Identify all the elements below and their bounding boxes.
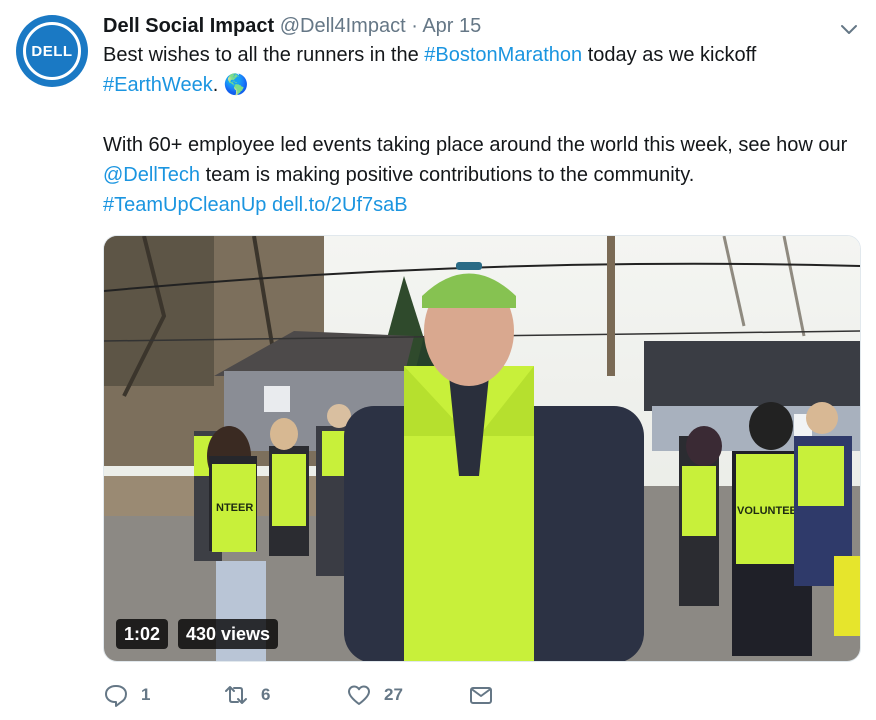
retweet-icon bbox=[225, 686, 247, 704]
avatar[interactable]: DELL bbox=[16, 15, 88, 87]
reply-button[interactable]: 1 bbox=[103, 675, 150, 715]
tweet-paragraph-2: With 60+ employee led events taking plac… bbox=[103, 130, 863, 220]
avatar-logo-text: DELL bbox=[31, 42, 73, 60]
tweet-text: Best wishes to all the runners in the #B… bbox=[103, 40, 863, 220]
text-segment: Best wishes to all the runners in the bbox=[103, 44, 425, 66]
hashtag-bostonmarathon[interactable]: #BostonMarathon bbox=[424, 44, 582, 66]
globe-emoji: 🌎 bbox=[223, 74, 249, 96]
hashtag-teamupcleanup[interactable]: #TeamUpCleanUp bbox=[103, 194, 266, 216]
author-name[interactable]: Dell Social Impact bbox=[103, 15, 274, 37]
author-handle[interactable]: @Dell4Impact bbox=[280, 15, 406, 37]
dell-logo: DELL bbox=[23, 22, 81, 80]
tweet-actions: 1 6 27 bbox=[103, 675, 523, 715]
mention-delltech[interactable]: @DellTech bbox=[103, 164, 200, 186]
video-duration: 1:02 bbox=[116, 619, 169, 649]
like-count: 27 bbox=[384, 685, 403, 704]
hashtag-earthweek[interactable]: #EarthWeek bbox=[103, 74, 213, 96]
reply-icon bbox=[105, 685, 127, 707]
tweet-date[interactable]: Apr 15 bbox=[422, 15, 481, 37]
tweet-header: Dell Social Impact @Dell4Impact · Apr 15 bbox=[103, 12, 481, 40]
text-segment: team is making positive contributions to… bbox=[200, 164, 695, 186]
retweet-button[interactable]: 6 bbox=[223, 675, 270, 715]
text-segment: today as we kickoff bbox=[582, 44, 757, 66]
vest-text-left: NTEER bbox=[216, 502, 253, 514]
retweet-count: 6 bbox=[261, 685, 271, 704]
text-segment: With 60+ employee led events taking plac… bbox=[103, 134, 848, 156]
video-player[interactable]: NTEER VOLUNTEER 1:02 430 views bbox=[103, 235, 861, 662]
tweet-paragraph-1: Best wishes to all the runners in the #B… bbox=[103, 40, 863, 100]
chevron-down-icon[interactable] bbox=[836, 16, 862, 42]
short-link[interactable]: dell.to/2Uf7saB bbox=[272, 194, 408, 216]
message-icon bbox=[470, 687, 492, 704]
video-views: 430 views bbox=[178, 619, 279, 649]
separator: · bbox=[411, 15, 418, 37]
direct-message-button[interactable] bbox=[468, 675, 494, 715]
video-thumbnail: NTEER VOLUNTEER bbox=[104, 236, 860, 661]
like-icon bbox=[348, 685, 370, 705]
reply-count: 1 bbox=[141, 685, 151, 704]
like-button[interactable]: 27 bbox=[346, 675, 403, 715]
text-segment: . bbox=[212, 74, 219, 96]
